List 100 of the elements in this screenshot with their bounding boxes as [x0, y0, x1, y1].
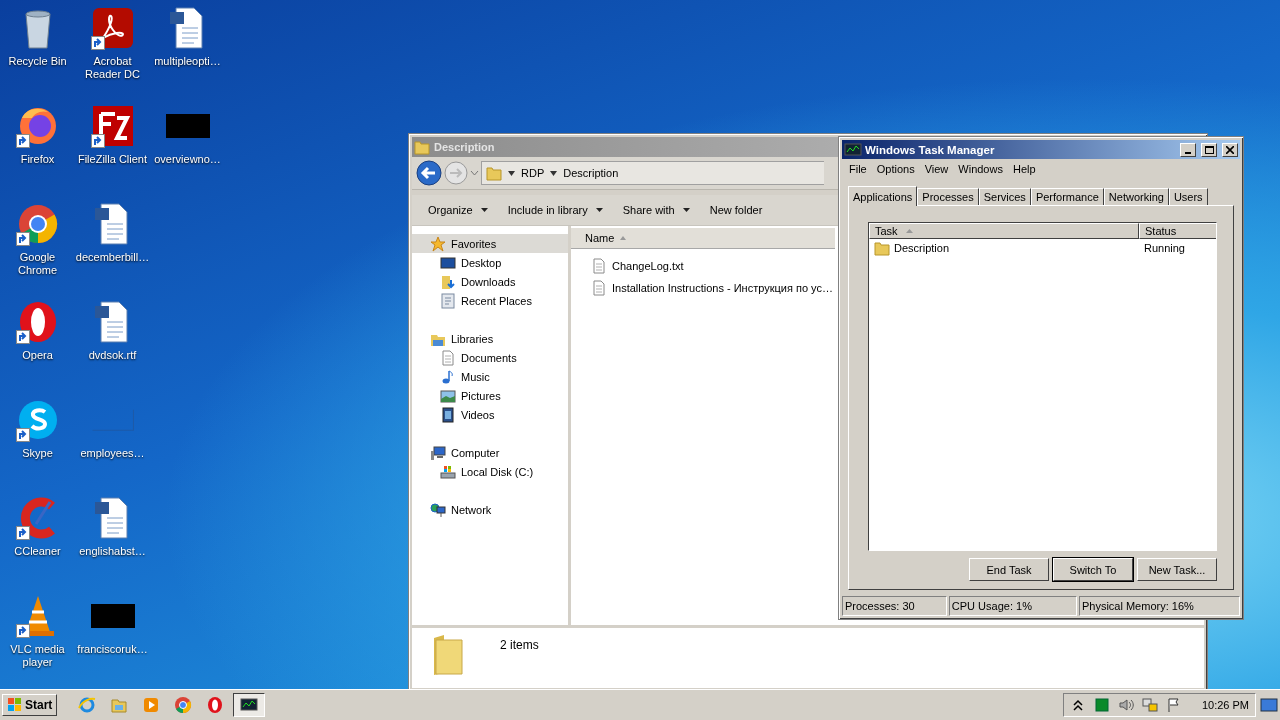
- explorer-icon: [110, 696, 129, 714]
- toolbar-button[interactable]: Share with: [612, 200, 700, 220]
- music-icon: [440, 368, 456, 385]
- caret-icon: [508, 170, 515, 176]
- address-bar[interactable]: RDP Description: [481, 161, 824, 185]
- nav-item[interactable]: Music: [412, 367, 568, 386]
- tray-app-icon[interactable]: [1093, 697, 1110, 713]
- file-icon: [591, 280, 607, 296]
- file-icon: [591, 258, 607, 274]
- desktop-icon-label[interactable]: FileZilla Client: [77, 153, 148, 166]
- flag-icon[interactable]: [1165, 697, 1182, 713]
- column-header[interactable]: Name: [571, 228, 835, 249]
- menu-item[interactable]: View: [919, 163, 954, 175]
- close-icon: [1226, 145, 1234, 154]
- minimize-icon: [1185, 151, 1191, 154]
- taskbar-button[interactable]: [233, 693, 266, 717]
- nav-item[interactable]: Videos: [412, 405, 568, 424]
- nav-item[interactable]: Network: [412, 500, 568, 519]
- network-icon[interactable]: [1141, 697, 1158, 713]
- pictures-icon: [440, 387, 456, 404]
- nav-item[interactable]: Desktop: [412, 253, 568, 272]
- sort-icon: [620, 236, 627, 240]
- windows-logo-icon: [7, 697, 23, 713]
- sort-icon: [905, 229, 913, 233]
- folder-icon: [874, 239, 890, 256]
- maximize-button[interactable]: [1201, 142, 1217, 157]
- dialog-button[interactable]: Switch To: [1053, 558, 1133, 581]
- caret-icon: [550, 170, 558, 176]
- dialog-button[interactable]: End Task: [969, 558, 1049, 581]
- menu-item[interactable]: Options: [871, 163, 920, 175]
- thumbnail-icon: [165, 114, 210, 138]
- pdf-icon: [90, 6, 135, 50]
- thumbnail-icon: [90, 604, 135, 628]
- desktop-icon-label[interactable]: multipleopti…: [154, 55, 221, 68]
- column-header[interactable]: Task: [869, 223, 1139, 239]
- desktop-icon-label[interactable]: employees…: [80, 447, 145, 460]
- menu-item[interactable]: Help: [1007, 163, 1041, 175]
- back-icon[interactable]: [416, 160, 442, 186]
- opera-icon: [206, 696, 225, 714]
- nav-item[interactable]: Favorites: [412, 234, 568, 253]
- desktop-icon-label[interactable]: overviewno…: [154, 153, 221, 166]
- menu-item[interactable]: Windows: [953, 163, 1008, 175]
- status-text: CPU Usage: 1%: [948, 596, 1077, 616]
- nav-item[interactable]: Pictures: [412, 386, 568, 405]
- desktop-icon-label[interactable]: VLC media player: [0, 643, 75, 669]
- desktop-icon-label[interactable]: englishabst…: [79, 545, 146, 558]
- desktop-icon-label[interactable]: Google Chrome: [0, 251, 75, 277]
- tab[interactable]: Processes: [917, 188, 979, 205]
- breadcrumb[interactable]: RDP: [521, 167, 545, 179]
- desktop-icon-label[interactable]: Firefox: [20, 153, 55, 166]
- desktop-icon-label[interactable]: franciscoruk…: [77, 643, 148, 656]
- nav-item[interactable]: Recent Places: [412, 291, 568, 310]
- nav-item[interactable]: Downloads: [412, 272, 568, 291]
- nav-item[interactable]: Computer: [412, 443, 568, 462]
- menu-item[interactable]: File: [844, 163, 872, 175]
- breadcrumb[interactable]: Description: [563, 167, 619, 179]
- nav-item[interactable]: Local Disk (C:): [412, 462, 568, 481]
- close-button[interactable]: [1222, 142, 1238, 157]
- toolbar-button[interactable]: New folder: [699, 200, 773, 220]
- maximize-icon: [1204, 145, 1214, 154]
- desktop-icon-label[interactable]: Opera: [22, 349, 53, 362]
- media-icon: [142, 696, 161, 714]
- toolbar-button[interactable]: Organize: [418, 200, 498, 220]
- tab[interactable]: Performance: [1030, 188, 1104, 205]
- documents-icon: [440, 349, 456, 366]
- show-desktop-icon[interactable]: [1260, 697, 1278, 713]
- speaker-icon[interactable]: [1117, 697, 1134, 713]
- desktop-icon-label[interactable]: Acrobat Reader DC: [75, 55, 150, 81]
- monitor-icon: [844, 140, 862, 159]
- tab[interactable]: Networking: [1103, 188, 1169, 205]
- window-title: Description: [434, 141, 495, 153]
- listing-entry[interactable]: ChangeLog.txt: [571, 255, 835, 277]
- desktop-icon-label[interactable]: dvdsok.rtf: [88, 349, 137, 362]
- window-title: Windows Task Manager: [865, 143, 996, 156]
- tab[interactable]: Users: [1168, 188, 1208, 205]
- nav-item[interactable]: Libraries: [412, 329, 568, 348]
- videos-icon: [440, 406, 456, 423]
- desktop-icon-label[interactable]: CCleaner: [14, 545, 61, 558]
- dropdown-icon[interactable]: [470, 168, 479, 178]
- chrome-icon: [174, 696, 193, 714]
- nav-item[interactable]: Documents: [412, 348, 568, 367]
- desktop-icon-label[interactable]: Recycle Bin: [8, 55, 67, 68]
- folder-icon: [486, 165, 502, 181]
- dialog-button[interactable]: New Task...: [1137, 558, 1217, 581]
- task-cell[interactable]: Description: [869, 239, 1139, 256]
- minimize-button[interactable]: [1180, 142, 1196, 157]
- status-text: Processes: 30: [842, 596, 947, 616]
- column-header[interactable]: Status: [1139, 223, 1216, 239]
- tab[interactable]: Services: [978, 188, 1031, 205]
- monitor-icon: [240, 696, 259, 714]
- listing-entry[interactable]: Installation Instructions - Инструкция по ус…: [571, 277, 835, 299]
- start-button[interactable]: Start: [2, 694, 58, 716]
- desktop-icon-label[interactable]: Skype: [22, 447, 53, 460]
- recent-icon: [440, 292, 456, 309]
- desktop-icon-label[interactable]: decemberbill…: [75, 251, 150, 264]
- disk-icon: [440, 463, 456, 480]
- toolbar-button[interactable]: Include in library: [497, 200, 613, 220]
- status-cell-text: Running: [1143, 241, 1186, 254]
- tab[interactable]: Applications: [848, 186, 918, 206]
- clock[interactable]: 10:26 PM: [1201, 699, 1249, 711]
